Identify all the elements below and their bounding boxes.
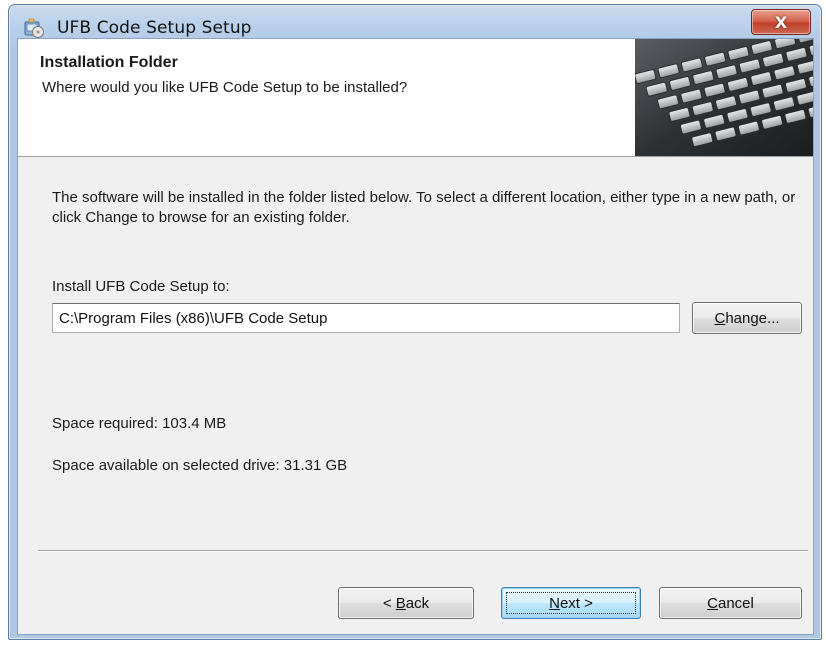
installer-icon [24,18,44,38]
header-banner: Installation Folder Where would you like… [18,39,813,157]
cancel-mnemonic: C [707,594,718,612]
next-button[interactable]: Next > [501,587,641,619]
setup-window: UFB Code Setup Setup X Installation Fold… [8,4,822,640]
focus-ring [506,592,636,614]
close-button[interactable]: X [751,9,811,35]
close-icon: X [774,12,788,32]
back-button[interactable]: < Back [338,587,474,619]
install-path-input[interactable] [52,303,680,333]
cancel-label: ancel [717,594,754,612]
footer-divider [38,550,808,552]
back-mnemonic: B [395,594,406,612]
change-button[interactable]: Change... [692,302,802,334]
page-subtitle: Where would you like UFB Code Setup to b… [42,79,408,96]
space-available: Space available on selected drive: 31.31… [52,457,348,474]
install-description: The software will be installed in the fo… [52,189,796,226]
space-required: Space required: 103.4 MB [52,415,227,432]
page-title: Installation Folder [40,54,178,71]
cancel-button[interactable]: Cancel [659,587,802,619]
change-mnemonic: C [714,309,726,327]
dialog-client-area: Installation Folder Where would you like… [17,38,814,635]
back-label: ack [405,594,430,612]
install-path-label: Install UFB Code Setup to: [52,278,230,295]
back-prefix: < [382,594,396,612]
keyboard-image [635,39,813,156]
window-title: UFB Code Setup Setup [57,18,252,38]
change-label: hange... [725,309,780,327]
